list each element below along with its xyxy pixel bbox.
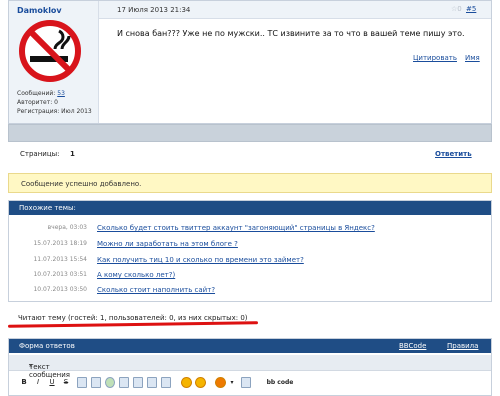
reply-form: Форма ответов BBCode Правила Текст сообщ… — [8, 338, 492, 396]
strike-button[interactable]: S — [61, 377, 71, 388]
code-icon[interactable] — [91, 377, 101, 388]
readers-text: Читают тему (гостей: 1, пользователей: 0… — [18, 314, 248, 322]
author-name-link[interactable]: Damoklov — [17, 6, 62, 15]
post-number-link[interactable]: #5 — [466, 5, 476, 13]
font-size-icon[interactable] — [241, 377, 251, 388]
post-date: 17 Июля 2013 21:34 — [117, 6, 191, 14]
current-page[interactable]: 1 — [70, 150, 75, 158]
thread-row: 10.07.2013 03:50 Сколько стоит наполнить… — [19, 286, 479, 296]
thread-date: 11.07.2013 15:54 — [33, 256, 87, 263]
thread-row: вчера, 03:03 Сколько будет стоить твитте… — [19, 224, 479, 234]
thread-date: 10.07.2013 03:51 — [33, 271, 87, 278]
pagination: Страницы: 1 Ответить — [8, 146, 492, 162]
reply-link[interactable]: Ответить — [435, 150, 472, 158]
rating-star-icon[interactable]: ☆0 — [451, 5, 462, 13]
section-title: Форма ответов — [19, 342, 75, 350]
thread-link[interactable]: Как получить тиц 10 и сколько по времени… — [97, 256, 304, 264]
bb-code-button[interactable]: bb code — [263, 377, 297, 388]
registration-stat: Регистрация: Июл 2013 — [17, 108, 92, 115]
smiley-icon[interactable] — [195, 377, 206, 388]
success-notice: Сообщение успешно добавлено. — [8, 173, 492, 193]
post-header: 17 Июля 2013 21:34 ☆0 #5 — [99, 1, 491, 19]
thread-row: 11.07.2013 15:54 Как получить тиц 10 и с… — [19, 256, 479, 266]
underline-button[interactable]: U — [47, 377, 57, 388]
name-link[interactable]: Имя — [465, 54, 480, 62]
chevron-down-icon[interactable]: ▾ — [227, 377, 237, 388]
video-icon[interactable] — [147, 377, 157, 388]
thread-row: 10.07.2013 03:51 А кому сколько лет?) — [19, 271, 479, 281]
similar-threads: Похожие темы: вчера, 03:03 Сколько будет… — [8, 200, 492, 302]
post-body: И снова бан??? Уже не по мужски.. ТС изв… — [117, 29, 465, 38]
rules-link[interactable]: Правила — [447, 342, 478, 350]
image-icon[interactable] — [133, 377, 143, 388]
reply-form-header: Форма ответов BBCode Правила — [9, 339, 491, 353]
thread-date: вчера, 03:03 — [47, 224, 87, 231]
thread-link[interactable]: А кому сколько лет?) — [97, 271, 175, 279]
quote-link[interactable]: Цитировать — [413, 54, 457, 62]
editor-toolbar: B I U S ▾ bb code — [19, 377, 319, 391]
thread-date: 10.07.2013 03:50 — [33, 286, 87, 293]
thread-row: 15.07.2013 18:19 Можно ли заработать на … — [19, 240, 479, 250]
italic-button[interactable]: I — [33, 377, 43, 388]
author-panel: Damoklov Сообщений: 53 Авторитет: 0 Реги… — [9, 1, 99, 123]
section-title: Похожие темы: — [19, 204, 76, 212]
link-icon[interactable] — [105, 377, 115, 388]
thread-link[interactable]: Можно ли заработать на этом блоге ? — [97, 240, 238, 248]
thread-link[interactable]: Сколько будет стоить твиттер аккаунт "за… — [97, 224, 375, 232]
similar-threads-header: Похожие темы: — [9, 201, 491, 215]
email-icon[interactable] — [119, 377, 129, 388]
messages-count-link[interactable]: 53 — [57, 90, 65, 97]
quote-icon[interactable] — [77, 377, 87, 388]
thread-link[interactable]: Сколько стоит наполнить сайт? — [97, 286, 215, 294]
smiley-icon[interactable] — [181, 377, 192, 388]
color-picker-icon[interactable] — [215, 377, 226, 388]
message-label-row: Текст сообщения * — [9, 355, 491, 379]
authority-stat: Авторитет: 0 — [17, 99, 58, 106]
bold-button[interactable]: B — [19, 377, 29, 388]
messages-stat: Сообщений: 53 — [17, 90, 65, 97]
bbcode-link[interactable]: BBCode — [399, 342, 426, 350]
notice-text: Сообщение успешно добавлено. — [21, 180, 142, 188]
spoiler-icon[interactable] — [161, 377, 171, 388]
no-smoking-avatar — [19, 20, 81, 82]
pages-label: Страницы: — [20, 150, 60, 158]
thread-date: 15.07.2013 18:19 — [33, 240, 87, 247]
post-card: Damoklov Сообщений: 53 Авторитет: 0 Реги… — [8, 0, 492, 124]
post-footer-bar — [8, 124, 492, 142]
